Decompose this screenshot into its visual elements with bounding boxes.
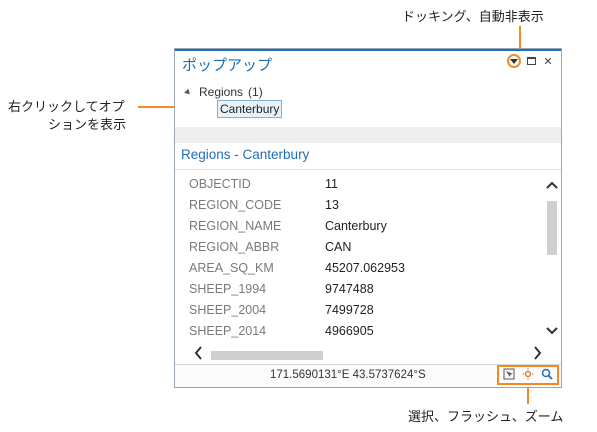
- attribute-row: SHEEP_2014 4966905: [189, 324, 374, 344]
- attribute-key: AREA_SQ_KM: [189, 261, 274, 275]
- attribute-row: SHEEP_1994 9747488: [189, 282, 374, 302]
- tree-layer-count: (1): [248, 85, 263, 99]
- callout-line-tools: [527, 388, 529, 404]
- attribute-row: REGION_ABBR CAN: [189, 240, 351, 260]
- attribute-value: 45207.062953: [325, 261, 405, 275]
- attribute-value: 11: [325, 177, 338, 191]
- feature-tools: [497, 365, 559, 385]
- horizontal-scroll-thumb[interactable]: [211, 351, 323, 360]
- pane-title: ポップアップ: [182, 57, 273, 74]
- scroll-down-icon[interactable]: [546, 325, 558, 339]
- attribute-row: AREA_SQ_KM 45207.062953: [189, 261, 405, 281]
- scroll-right-icon[interactable]: [533, 346, 543, 363]
- close-icon[interactable]: ✕: [541, 54, 555, 68]
- attribute-key: REGION_NAME: [189, 219, 282, 233]
- vertical-scrollbar[interactable]: [545, 179, 559, 339]
- pane-accent-bar: [175, 49, 561, 51]
- attribute-key: SHEEP_2004: [189, 303, 267, 317]
- attribute-key: REGION_CODE: [189, 198, 282, 212]
- coordinate-readout: 171.5690131°E 43.5737624°S: [270, 369, 426, 381]
- attribute-row: REGION_NAME Canterbury: [189, 219, 387, 239]
- attribute-row: OBJECTID 11: [189, 177, 338, 197]
- scroll-up-icon[interactable]: [546, 179, 558, 193]
- vertical-scroll-thumb[interactable]: [547, 201, 557, 255]
- attribute-row: REGION_CODE 13: [189, 198, 339, 218]
- attribute-value: 9747488: [325, 282, 374, 296]
- divider: [175, 169, 561, 170]
- attribute-key: SHEEP_2014: [189, 324, 267, 338]
- callout-right-click-line1: 右クリックしてオプ: [8, 99, 125, 114]
- flash-icon[interactable]: [522, 368, 534, 383]
- scroll-left-icon[interactable]: [193, 346, 203, 363]
- horizontal-scrollbar[interactable]: [193, 346, 543, 363]
- feature-header: Regions - Canterbury: [181, 147, 310, 162]
- maximize-icon[interactable]: [524, 54, 538, 68]
- tree-feature-item[interactable]: Canterbury: [217, 100, 283, 118]
- popup-pane: ポップアップ ✕ Regions (1) Canterbury Regions …: [174, 48, 562, 388]
- attribute-value: 13: [325, 198, 339, 212]
- select-icon[interactable]: [503, 368, 515, 383]
- attribute-key: SHEEP_1994: [189, 282, 267, 296]
- tree-layer-node[interactable]: Regions (1): [184, 85, 263, 99]
- attribute-key: OBJECTID: [189, 177, 251, 191]
- splitter-band[interactable]: [175, 127, 561, 143]
- callout-docking: ドッキング、自動非表示: [402, 9, 544, 24]
- attribute-value: 4966905: [325, 324, 374, 338]
- attribute-row: SHEEP_2004 7499728: [189, 303, 374, 323]
- attribute-table: OBJECTID 11 REGION_CODE 13 REGION_NAME C…: [175, 171, 543, 347]
- callout-tools: 選択、フラッシュ、ズーム: [408, 409, 564, 424]
- attribute-value: Canterbury: [325, 219, 387, 233]
- dock-menu-icon[interactable]: [507, 54, 521, 68]
- zoom-icon[interactable]: [541, 368, 553, 383]
- attribute-key: REGION_ABBR: [189, 240, 280, 254]
- attribute-value: 7499728: [325, 303, 374, 317]
- tree-layer-name: Regions: [199, 85, 244, 99]
- expand-caret-icon[interactable]: [184, 88, 192, 96]
- pane-title-controls: ✕: [507, 54, 555, 68]
- status-bar: 171.5690131°E 43.5737624°S: [175, 364, 561, 387]
- attribute-value: CAN: [325, 240, 352, 254]
- callout-right-click-line2: ションを表示: [48, 117, 127, 132]
